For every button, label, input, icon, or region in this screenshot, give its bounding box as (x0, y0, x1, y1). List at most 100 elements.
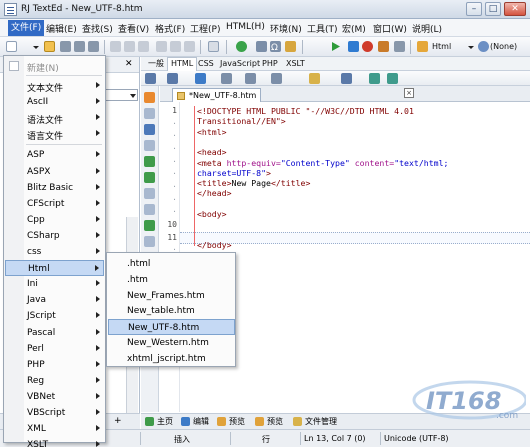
tab-2[interactable]: CSS (195, 58, 217, 70)
bottom-tab-3[interactable]: 预览 (255, 416, 283, 428)
print-icon[interactable] (110, 41, 121, 52)
find-icon[interactable] (208, 41, 219, 52)
tab-1[interactable]: HTML (167, 57, 198, 71)
minimize-button[interactable]: – (466, 2, 482, 16)
panel-combo[interactable] (104, 89, 138, 101)
bookmark-icon[interactable] (144, 108, 155, 119)
menu-10[interactable]: 窗口(W) (373, 22, 407, 35)
save-all-icon[interactable] (74, 41, 85, 52)
menu-item-csharp[interactable]: CSharp (5, 228, 104, 244)
profile-select[interactable]: (None) (490, 42, 517, 51)
toggle-icon[interactable] (144, 124, 155, 135)
tab-4[interactable]: PHP (259, 58, 281, 70)
submenu-item[interactable]: New_UTF-8.htm (108, 319, 235, 336)
menu-item-xml[interactable]: XML (5, 421, 104, 437)
table-icon[interactable] (341, 73, 352, 84)
indent-icon[interactable] (271, 73, 282, 84)
menu-item--[interactable]: 语法文件 (5, 110, 104, 126)
redo-icon[interactable] (138, 41, 149, 52)
new-dropdown-chevron-icon[interactable] (33, 41, 39, 52)
menu-item-xslt[interactable]: XSLT (5, 437, 104, 447)
close-button[interactable]: ✕ (504, 2, 526, 16)
tab-0[interactable]: 一般 (145, 58, 167, 70)
bottom-tab-1[interactable]: 编辑 (181, 416, 209, 428)
close-tab-icon[interactable]: × (404, 88, 414, 98)
list-icon[interactable] (245, 73, 256, 84)
omega-icon[interactable]: Ω (270, 41, 281, 53)
menu-4[interactable]: 格式(F) (155, 22, 185, 35)
stop-icon[interactable] (362, 41, 373, 52)
menu-item-php[interactable]: PHP (5, 357, 104, 373)
menu-2[interactable]: 查找(S) (82, 22, 113, 35)
run-icon[interactable] (330, 41, 341, 52)
bottom-tab-2[interactable]: 预览 (217, 416, 245, 428)
menu-0[interactable]: 文件(F) (8, 20, 45, 36)
menu-6[interactable]: HTML(H) (226, 22, 265, 32)
menu-item-pascal[interactable]: Pascal (5, 325, 104, 341)
tag-icon[interactable] (145, 73, 156, 84)
left-tab-add[interactable]: + (114, 416, 122, 426)
select-icon[interactable] (144, 204, 155, 215)
cut-icon[interactable] (156, 41, 167, 52)
menu-item-vbnet[interactable]: VBNet (5, 389, 104, 405)
menu-1[interactable]: 编辑(E) (46, 22, 77, 35)
tab-5[interactable]: XSLT (283, 58, 308, 70)
document-tab[interactable]: *New_UTF-8.htm (172, 88, 262, 102)
close-file-icon[interactable] (88, 41, 99, 52)
menu-item-vbscript[interactable]: VBScript (5, 405, 104, 421)
document-icon[interactable] (144, 236, 155, 247)
menu-item-perl[interactable]: Perl (5, 341, 104, 357)
bold-icon[interactable] (195, 73, 206, 84)
indent-guide-icon[interactable] (144, 156, 155, 167)
insert-icon[interactable] (256, 41, 267, 52)
syntax-html-select[interactable]: Html (432, 42, 451, 51)
submenu-item[interactable]: .htm (108, 272, 235, 288)
menu-8[interactable]: 工具(T) (307, 22, 338, 35)
submenu-item[interactable]: New_Western.htm (108, 335, 235, 351)
menu-item-aspx[interactable]: ASPX (5, 164, 104, 180)
arrows-icon[interactable] (167, 73, 178, 84)
menu-item-html[interactable]: Html (5, 260, 104, 277)
wrap-icon[interactable] (144, 140, 155, 151)
panel-close-icon[interactable]: ✕ (125, 59, 133, 69)
paste-icon[interactable] (184, 41, 195, 52)
align-icon[interactable] (221, 73, 232, 84)
open-folder-icon[interactable] (44, 41, 55, 52)
menu-item-cpp[interactable]: Cpp (5, 212, 104, 228)
form-icon[interactable] (369, 73, 380, 84)
copy-icon[interactable] (170, 41, 181, 52)
save-icon[interactable] (60, 41, 71, 52)
image-icon[interactable] (309, 73, 320, 84)
maximize-button[interactable]: □ (485, 2, 501, 16)
validate-icon[interactable] (387, 73, 398, 84)
menu-7[interactable]: 环境(N) (270, 22, 302, 35)
line-number-icon[interactable] (144, 220, 155, 231)
menu-item-reg[interactable]: Reg (5, 373, 104, 389)
menu-9[interactable]: 宏(M) (342, 22, 366, 35)
menu-item-jscript[interactable]: JScript (5, 308, 104, 324)
menu-item-asp[interactable]: ASP (5, 147, 104, 163)
settings-icon[interactable] (285, 41, 296, 52)
undo-icon[interactable] (124, 41, 135, 52)
menu-item-ascii[interactable]: AscII (5, 94, 104, 110)
close-doc-icon[interactable] (144, 92, 155, 103)
submenu-item[interactable]: xhtml_jscript.htm (108, 351, 235, 367)
menu-item-ini[interactable]: Ini (5, 276, 104, 292)
new-file-icon[interactable] (6, 41, 17, 52)
menu-3[interactable]: 查看(V) (118, 22, 149, 35)
menu-item--[interactable]: 语言文件 (5, 126, 104, 142)
menu-item-cfscript[interactable]: CFScript (5, 196, 104, 212)
menu-5[interactable]: 工程(P) (190, 22, 220, 35)
bottom-tab-0[interactable]: 主页 (145, 416, 173, 428)
menu-item-blitz-basic[interactable]: Blitz Basic (5, 180, 104, 196)
bottom-tab-4[interactable]: 文件管理 (293, 416, 337, 428)
record-macro-icon[interactable] (348, 41, 359, 52)
menu-item--[interactable]: 文本文件 (5, 78, 104, 94)
menu-item-css[interactable]: css (5, 244, 104, 260)
globe-icon[interactable] (236, 41, 247, 52)
stop-macro-icon[interactable] (394, 41, 405, 52)
comment-icon[interactable] (144, 188, 155, 199)
submenu-item[interactable]: .html (108, 256, 235, 272)
tab-3[interactable]: JavaScript (217, 58, 263, 70)
chevron-down-icon[interactable] (468, 41, 474, 52)
